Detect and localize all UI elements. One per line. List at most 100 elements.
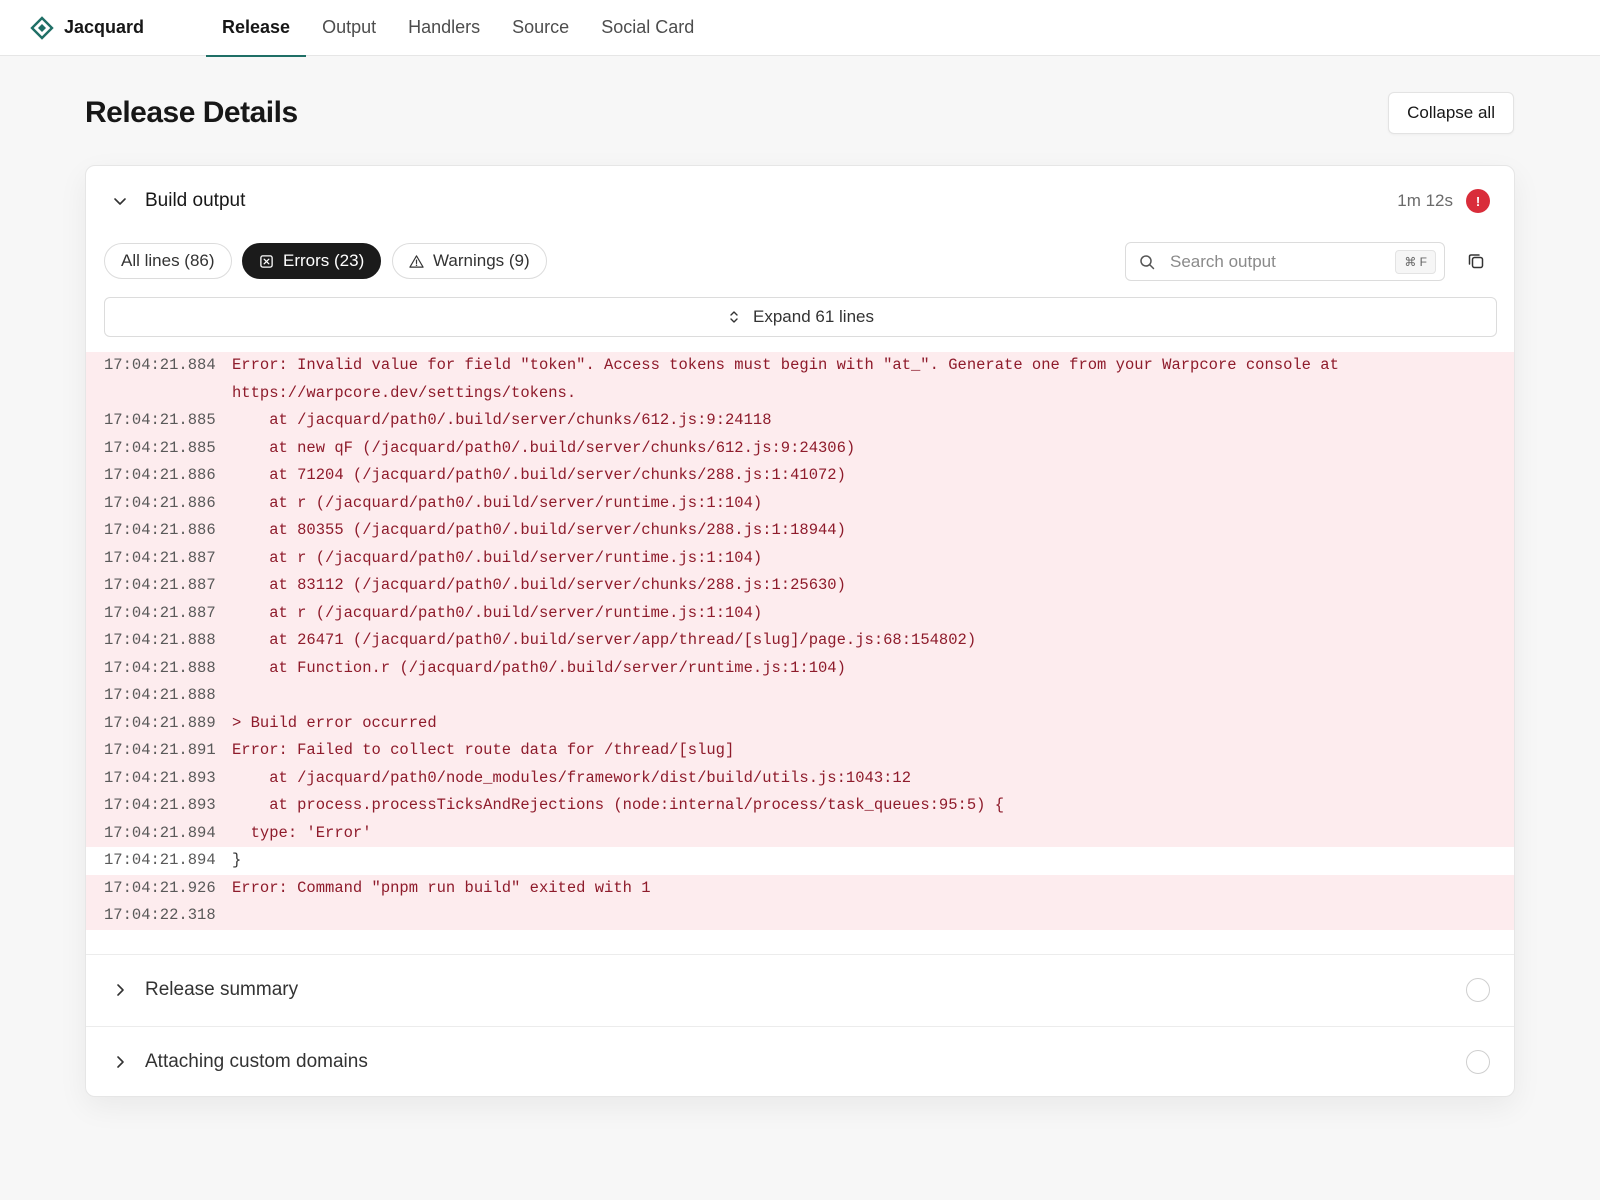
jacquard-logo-icon xyxy=(30,15,54,40)
search-placeholder: Search output xyxy=(1170,251,1276,271)
log-message: at new qF (/jacquard/path0/.build/server… xyxy=(232,438,856,457)
log-timestamp: 17:04:21.887 xyxy=(104,576,216,594)
build-output-header[interactable]: Build output 1m 12s ! xyxy=(86,166,1514,236)
log-message: Error: Invalid value for field "token". … xyxy=(232,356,1349,402)
build-log: 17:04:21.884 Error: Invalid value for fie… xyxy=(86,352,1514,930)
log-timestamp: 17:04:21.894 xyxy=(104,823,216,842)
log-line: 17:04:21.886 at r (/jacquard/path0/.buil… xyxy=(86,489,1514,517)
log-timestamp: 17:04:21.893 xyxy=(104,768,216,787)
log-line: 17:04:21.885 at /jacquard/path0/.build/s… xyxy=(86,407,1514,435)
copy-icon[interactable] xyxy=(1466,251,1486,271)
log-line: 17:04:21.889 > Build error occurred xyxy=(86,709,1514,737)
log-timestamp: 17:04:21.894 xyxy=(104,851,216,869)
log-message: } xyxy=(232,851,242,869)
filter-errors[interactable]: Errors (23) xyxy=(242,243,382,279)
build-output-title: Build output xyxy=(145,190,246,211)
log-message: at 71204 (/jacquard/path0/.build/server/… xyxy=(232,466,846,484)
log-timestamp: 17:04:21.886 xyxy=(104,521,216,539)
log-message: Error: Failed to collect route data for … xyxy=(232,741,735,759)
log-message: at r (/jacquard/path0/.build/server/runt… xyxy=(232,603,763,622)
log-timestamp: 17:04:21.886 xyxy=(104,493,216,512)
tab-source[interactable]: Source xyxy=(496,0,585,56)
page-title: Release Details xyxy=(85,96,298,129)
custom-domains-title: Attaching custom domains xyxy=(145,1050,368,1072)
log-line: 17:04:21.894 type: 'Error' xyxy=(86,819,1514,847)
custom-domains-section[interactable]: Attaching custom domains xyxy=(86,1026,1514,1096)
log-line: 17:04:21.891 Error: Failed to collect rou… xyxy=(86,737,1514,765)
tab-handlers[interactable]: Handlers xyxy=(392,0,496,56)
log-message: at 26471 (/jacquard/path0/.build/server/… xyxy=(232,631,977,649)
chevrons-up-down-icon xyxy=(730,311,738,323)
log-timestamp: 17:04:21.885 xyxy=(104,411,216,429)
log-timestamp: 17:04:21.887 xyxy=(104,603,216,622)
nav-tabs: Release Output Handlers Source Social Ca… xyxy=(206,0,710,57)
log-line: 17:04:21.887 at r (/jacquard/path0/.buil… xyxy=(86,544,1514,572)
filter-warnings-label: Warnings (9) xyxy=(433,251,530,270)
error-status-icon: ! xyxy=(1466,189,1490,213)
log-line: 17:04:21.888 at 26471 (/jacquard/path0/.… xyxy=(86,627,1514,655)
warning-triangle-icon xyxy=(409,254,424,268)
log-message: at process.processTicksAndRejections (no… xyxy=(232,796,1005,814)
log-timestamp: 17:04:21.886 xyxy=(104,466,216,484)
log-message: at /jacquard/path0/node_modules/framewor… xyxy=(232,768,912,787)
collapse-all-button[interactable]: Collapse all xyxy=(1388,92,1514,134)
log-line: 17:04:21.884 Error: Invalid value for fie… xyxy=(86,352,1514,407)
pending-status-icon xyxy=(1466,1049,1490,1074)
chevron-right-icon xyxy=(117,1055,124,1068)
log-timestamp: 17:04:21.888 xyxy=(104,631,216,649)
search-icon xyxy=(1140,254,1155,269)
chevron-right-icon xyxy=(117,983,124,996)
release-summary-section[interactable]: Release summary xyxy=(86,954,1514,1024)
build-duration: 1m 12s xyxy=(1397,191,1453,210)
log-message: at /jacquard/path0/.build/server/chunks/… xyxy=(232,411,772,429)
log-line: 17:04:21.887 at 83112 (/jacquard/path0/.… xyxy=(86,572,1514,600)
search-output-field[interactable]: Search output ⌘ F xyxy=(1125,242,1445,281)
log-line: 17:04:21.893 at process.processTicksAndR… xyxy=(86,792,1514,820)
top-nav: Jacquard Release Output Handlers Source … xyxy=(0,0,1600,57)
log-line: 17:04:21.888 xyxy=(86,682,1514,710)
filter-errors-label: Errors (23) xyxy=(283,251,365,270)
log-message: at r (/jacquard/path0/.build/server/runt… xyxy=(232,548,763,567)
log-timestamp: 17:04:21.926 xyxy=(104,878,216,897)
log-timestamp: 17:04:21.888 xyxy=(104,686,216,704)
release-summary-title: Release summary xyxy=(145,978,299,1000)
filter-all-label: All lines (86) xyxy=(121,251,215,270)
filter-warnings[interactable]: Warnings (9) xyxy=(392,243,547,279)
log-timestamp: 17:04:21.884 xyxy=(104,356,216,374)
log-timestamp: 17:04:21.891 xyxy=(104,741,216,759)
log-message: > Build error occurred xyxy=(232,713,437,732)
brand[interactable]: Jacquard xyxy=(30,15,190,40)
tab-social-card[interactable]: Social Card xyxy=(585,0,710,56)
log-timestamp: 17:04:21.888 xyxy=(104,658,216,677)
tab-output[interactable]: Output xyxy=(306,0,392,56)
error-square-icon xyxy=(260,254,273,268)
log-timestamp: 17:04:21.887 xyxy=(104,548,216,567)
expand-label: Expand 61 lines xyxy=(753,307,874,326)
log-line: 17:04:21.894} xyxy=(86,847,1514,875)
filter-all-lines[interactable]: All lines (86) xyxy=(104,243,232,279)
expand-lines-button[interactable]: Expand 61 lines xyxy=(104,297,1497,337)
tab-release[interactable]: Release xyxy=(206,0,307,57)
log-message xyxy=(232,682,1502,710)
chevron-down-icon xyxy=(114,198,126,205)
pending-status-icon xyxy=(1466,977,1490,1002)
log-message: at 80355 (/jacquard/path0/.build/server/… xyxy=(232,521,846,539)
log-timestamp: 17:04:21.893 xyxy=(104,796,216,814)
log-message: at 83112 (/jacquard/path0/.build/server/… xyxy=(232,576,846,594)
log-message xyxy=(232,902,1502,930)
log-line: 17:04:21.885 at new qF (/jacquard/path0/… xyxy=(86,434,1514,462)
log-message: Error: Command "pnpm run build" exited w… xyxy=(232,878,651,897)
log-timestamp: 17:04:21.885 xyxy=(104,438,216,457)
log-line: 17:04:22.318 xyxy=(86,902,1514,930)
log-line: 17:04:21.886 at 71204 (/jacquard/path0/.… xyxy=(86,462,1514,490)
log-line: 17:04:21.888 at Function.r (/jacquard/pa… xyxy=(86,654,1514,682)
log-message: at r (/jacquard/path0/.build/server/runt… xyxy=(232,493,763,512)
log-timestamp: 17:04:22.318 xyxy=(104,906,216,924)
brand-name: Jacquard xyxy=(64,17,145,37)
log-line: 17:04:21.886 at 80355 (/jacquard/path0/.… xyxy=(86,517,1514,545)
release-details-card: Build output 1m 12s ! All lines (86) Err… xyxy=(85,165,1515,1097)
log-line: 17:04:21.926 Error: Command "pnpm run bui… xyxy=(86,874,1514,902)
search-shortcut-hint: ⌘ F xyxy=(1395,250,1436,274)
log-message: at Function.r (/jacquard/path0/.build/se… xyxy=(232,658,846,677)
log-message: type: 'Error' xyxy=(232,823,372,842)
